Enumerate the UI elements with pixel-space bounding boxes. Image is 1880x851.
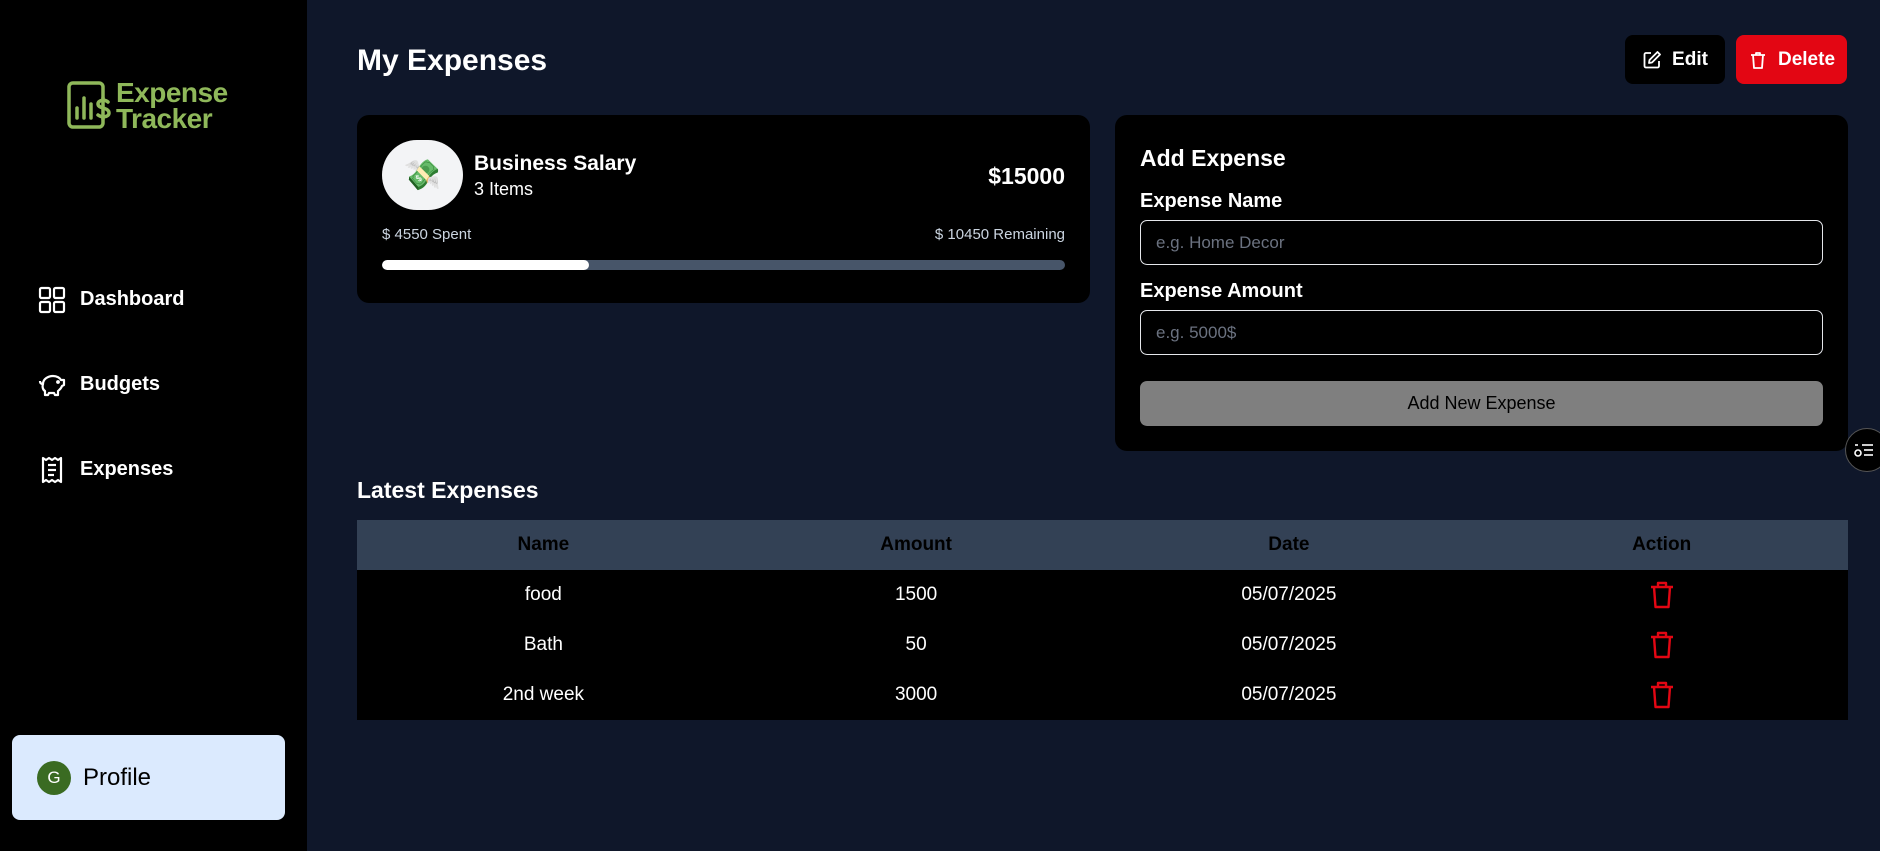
expense-name-label: Expense Name (1140, 190, 1283, 212)
add-expense-card: Add Expense Expense Name Expense Amount … (1115, 115, 1848, 451)
chart-dollar-icon (67, 81, 111, 129)
receipt-icon (41, 456, 63, 483)
expense-action (1475, 630, 1848, 660)
expense-date: 05/07/2025 (1241, 634, 1337, 655)
app-logo[interactable]: Expense Tracker (66, 79, 228, 134)
expense-date: 05/07/2025 (1241, 584, 1337, 605)
sidebar-item-dashboard[interactable]: Dashboard (38, 257, 184, 342)
trash-icon[interactable] (1648, 680, 1676, 710)
budget-card[interactable]: 💸 Business Salary 3 Items $15000 $ 4550 … (357, 115, 1090, 303)
column-header-date: Date (1268, 534, 1310, 555)
piggy-bank-icon (38, 374, 66, 396)
expense-action (1475, 680, 1848, 710)
column-header-action: Action (1632, 534, 1692, 555)
expense-amount: 1500 (894, 584, 938, 605)
profile-label: Profile (83, 763, 152, 791)
expense-name-input[interactable] (1140, 220, 1823, 265)
sidebar-item-label: Budgets (80, 373, 160, 395)
grid-icon (38, 286, 66, 313)
budget-amount: $15000 (988, 163, 1065, 189)
money-wings-icon: 💸 (382, 140, 463, 210)
latest-expenses-title: Latest Expenses (357, 477, 539, 503)
pencil-square-icon (1643, 50, 1661, 68)
expense-action (1475, 580, 1848, 610)
add-new-expense-button[interactable]: Add New Expense (1140, 381, 1823, 426)
table-row: 2nd week 3000 05/07/2025 (357, 670, 1848, 720)
budget-items-count: 3 Items (474, 179, 534, 199)
budget-progress-bar (382, 260, 1065, 270)
sidebar-item-expenses[interactable]: Expenses (38, 427, 184, 512)
expense-amount: 50 (905, 634, 927, 655)
budget-remaining: $ 10450 Remaining (934, 226, 1065, 243)
trash-icon[interactable] (1648, 630, 1676, 660)
table-row: Bath 50 05/07/2025 (357, 620, 1848, 670)
edit-button-label: Edit (1672, 48, 1708, 70)
expense-name: 2nd week (502, 684, 585, 705)
budget-spent: $ 4550 Spent (382, 226, 472, 243)
logo-line-2: Tracker (116, 103, 213, 134)
sidebar-item-budgets[interactable]: Budgets (38, 342, 184, 427)
expense-name: Bath (523, 634, 563, 655)
settings-list-icon (1854, 444, 1873, 457)
page-title: My Expenses (357, 44, 548, 77)
sidebar-item-label: Expenses (80, 458, 174, 480)
expenses-table: Name Amount Date Action food 1500 05/07/… (357, 520, 1848, 720)
accessibility-menu-button[interactable] (1845, 428, 1880, 472)
trash-icon[interactable] (1648, 580, 1676, 610)
expense-date: 05/07/2025 (1241, 684, 1337, 705)
budget-name: Business Salary (474, 152, 637, 175)
logo-text: Expense Tracker (116, 79, 228, 134)
table-row: food 1500 05/07/2025 (357, 570, 1848, 620)
column-header-name: Name (517, 534, 570, 555)
expense-amount: 3000 (894, 684, 938, 705)
profile-button[interactable]: G Profile (12, 735, 285, 820)
column-header-amount: Amount (880, 534, 952, 555)
expense-amount-label: Expense Amount (1140, 280, 1303, 302)
expense-amount-input[interactable] (1140, 310, 1823, 355)
table-header: Name Amount Date Action (357, 520, 1848, 570)
avatar: G (37, 760, 71, 795)
sidebar-item-label: Dashboard (80, 288, 185, 310)
sidebar: Expense Tracker Dashboard Budgets Expens… (0, 0, 307, 851)
budget-progress-fill (382, 260, 590, 270)
trash-icon (1750, 51, 1765, 69)
sidebar-nav: Dashboard Budgets Expenses (38, 257, 184, 512)
edit-button[interactable]: Edit (1625, 35, 1725, 84)
delete-button-label: Delete (1777, 48, 1836, 70)
delete-button[interactable]: Delete (1736, 35, 1847, 84)
expense-name: food (524, 584, 562, 605)
add-expense-title: Add Expense (1140, 145, 1286, 171)
